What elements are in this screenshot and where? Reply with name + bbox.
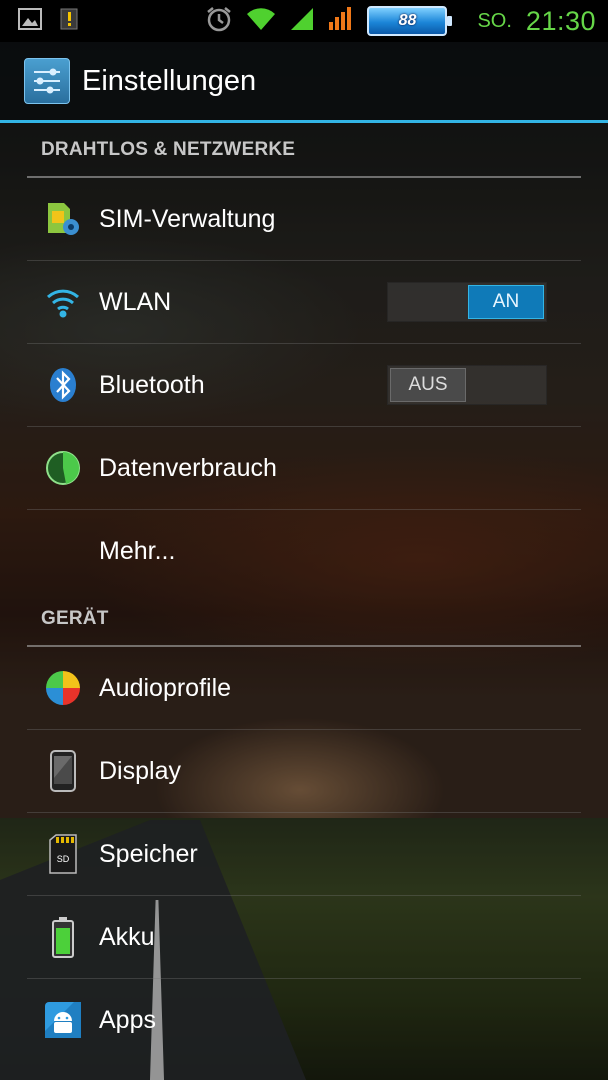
settings-item-wlan[interactable]: WLAN AN xyxy=(27,261,581,344)
settings-item-label: WLAN xyxy=(99,287,172,316)
bluetooth-toggle[interactable]: AUS xyxy=(387,365,547,405)
settings-item-more[interactable]: Mehr... xyxy=(27,510,581,592)
svg-text:SD: SD xyxy=(57,854,70,864)
battery-green-icon xyxy=(41,915,85,959)
settings-item-label: Audioprofile xyxy=(99,673,232,702)
audio-profiles-icon xyxy=(41,666,85,710)
wifi-signal-icon xyxy=(245,6,277,37)
settings-list: DRAHTLOS & NETZWERKE SIM-Verwaltung WLAN… xyxy=(0,123,608,1061)
empty-icon-slot xyxy=(41,529,85,573)
sim-card-gear-icon xyxy=(41,197,85,241)
phone-display-icon xyxy=(41,749,85,793)
settings-item-display[interactable]: Display xyxy=(27,730,581,813)
status-day: SO. xyxy=(477,9,512,32)
settings-item-bluetooth[interactable]: Bluetooth AUS xyxy=(27,344,581,427)
bluetooth-icon xyxy=(41,363,85,407)
settings-sliders-icon[interactable] xyxy=(24,58,70,104)
section-header-wireless: DRAHTLOS & NETZWERKE xyxy=(27,123,581,178)
battery-icon: 88 xyxy=(367,6,453,36)
android-apps-icon xyxy=(41,998,85,1042)
picture-icon xyxy=(18,7,42,35)
settings-item-battery[interactable]: Akku xyxy=(27,896,581,979)
cell-signal-orange-icon xyxy=(327,6,355,37)
wifi-icon xyxy=(41,280,85,324)
settings-item-label: Display xyxy=(99,756,181,785)
settings-item-label: SIM-Verwaltung xyxy=(99,204,276,233)
settings-item-label: Datenverbrauch xyxy=(99,453,277,482)
settings-item-audio-profiles[interactable]: Audioprofile xyxy=(27,647,581,730)
section-header-device: GERÄT xyxy=(27,592,581,647)
bluetooth-toggle-thumb: AUS xyxy=(390,368,466,402)
sd-card-icon: SD xyxy=(41,832,85,876)
battery-level: 88 xyxy=(398,12,417,29)
wlan-toggle[interactable]: AN xyxy=(387,282,547,322)
settings-item-label: Akku xyxy=(99,922,155,951)
settings-item-label: Speicher xyxy=(99,839,198,868)
settings-item-storage[interactable]: SD Speicher xyxy=(27,813,581,896)
action-bar: Einstellungen xyxy=(0,42,608,123)
alarm-clock-icon xyxy=(205,5,233,38)
settings-item-label: Bluetooth xyxy=(99,370,205,399)
settings-item-data-usage[interactable]: Datenverbrauch xyxy=(27,427,581,510)
status-bar: 88 SO. 21:30 xyxy=(0,0,608,42)
settings-item-label: Apps xyxy=(99,1005,156,1034)
page-title: Einstellungen xyxy=(82,64,257,97)
settings-item-label: Mehr... xyxy=(99,536,176,565)
wlan-toggle-thumb: AN xyxy=(468,285,544,319)
settings-item-apps[interactable]: Apps xyxy=(27,979,581,1061)
settings-item-sim[interactable]: SIM-Verwaltung xyxy=(27,178,581,261)
data-usage-icon xyxy=(41,446,85,490)
status-clock: 21:30 xyxy=(525,5,596,36)
notification-alert-icon xyxy=(60,8,78,35)
cell-signal-green-icon xyxy=(289,6,315,37)
